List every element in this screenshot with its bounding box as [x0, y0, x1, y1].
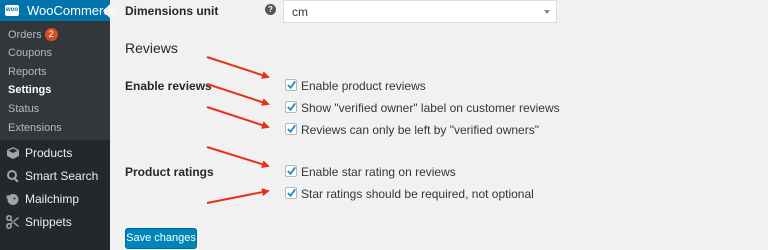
annotation-arrow: [206, 106, 270, 129]
search-icon: [7, 170, 19, 183]
annotation-arrow: [206, 56, 270, 79]
enable-reviews-label: Enable reviews: [125, 79, 212, 93]
help-tip-icon[interactable]: ?: [265, 4, 276, 15]
menu-mailchimp-label: Mailchimp: [25, 192, 80, 206]
menu-products[interactable]: Products: [0, 143, 110, 165]
woocommerce-submenu: Orders 2 Coupons Reports Settings Status …: [0, 21, 110, 140]
mailchimp-icon: [6, 194, 19, 205]
submenu-settings[interactable]: Settings: [8, 83, 51, 97]
woocommerce-logo-icon: woo: [5, 5, 19, 16]
menu-smart-search-label: Smart Search: [25, 169, 99, 183]
verified-owners-only-label[interactable]: Reviews can only be left by "verified ow…: [301, 123, 539, 137]
menu-smart-search[interactable]: Smart Search: [0, 166, 110, 188]
dimensions-unit-value: cm: [292, 5, 308, 19]
chevron-down-icon: [544, 10, 550, 14]
annotation-arrow: [206, 146, 270, 169]
submenu-extensions[interactable]: Extensions: [8, 121, 62, 135]
enable-star-rating-label[interactable]: Enable star rating on reviews: [301, 165, 456, 179]
star-rating-required-label[interactable]: Star ratings should be required, not opt…: [301, 187, 534, 201]
verified-owner-label-checkbox[interactable]: [285, 101, 297, 113]
section-title: Reviews: [125, 40, 178, 56]
admin-sidebar: woo WooCommerce Orders 2 Coupons Reports …: [0, 0, 117, 250]
checkmark-icon: [287, 80, 296, 90]
enable-product-reviews-checkbox[interactable]: [285, 79, 297, 91]
current-menu-pointer: [103, 4, 110, 18]
menu-mailchimp[interactable]: Mailchimp: [0, 189, 110, 211]
submenu-coupons[interactable]: Coupons: [8, 46, 52, 60]
dimensions-unit-label: Dimensions unit: [125, 4, 219, 18]
checkmark-icon: [287, 124, 296, 134]
enable-product-reviews-label[interactable]: Enable product reviews: [301, 79, 426, 93]
submenu-orders[interactable]: Orders 2: [8, 28, 58, 42]
submenu-reports[interactable]: Reports: [8, 65, 47, 79]
enable-star-rating-checkbox[interactable]: [285, 165, 297, 177]
products-icon: [7, 147, 19, 159]
menu-woocommerce[interactable]: woo WooCommerce: [0, 0, 117, 21]
submenu-status[interactable]: Status: [8, 102, 39, 116]
snippets-icon: [6, 215, 19, 229]
star-rating-required-checkbox[interactable]: [285, 187, 297, 199]
checkmark-icon: [287, 102, 296, 112]
save-changes-button[interactable]: Save changes: [125, 228, 197, 249]
product-ratings-label: Product ratings: [125, 165, 214, 179]
checkmark-icon: [287, 166, 296, 176]
verified-owner-label-text[interactable]: Show "verified owner" label on customer …: [301, 101, 560, 115]
annotation-arrow: [206, 188, 270, 204]
submenu-orders-label: Orders: [8, 29, 42, 41]
dimensions-unit-select[interactable]: cm: [283, 0, 557, 23]
menu-snippets-label: Snippets: [25, 215, 72, 229]
annotation-arrow: [206, 83, 270, 106]
menu-products-label: Products: [25, 146, 73, 160]
orders-count-badge: 2: [44, 28, 58, 41]
menu-snippets[interactable]: Snippets: [0, 212, 110, 234]
verified-owners-only-checkbox[interactable]: [285, 123, 297, 135]
checkmark-icon: [287, 188, 296, 198]
